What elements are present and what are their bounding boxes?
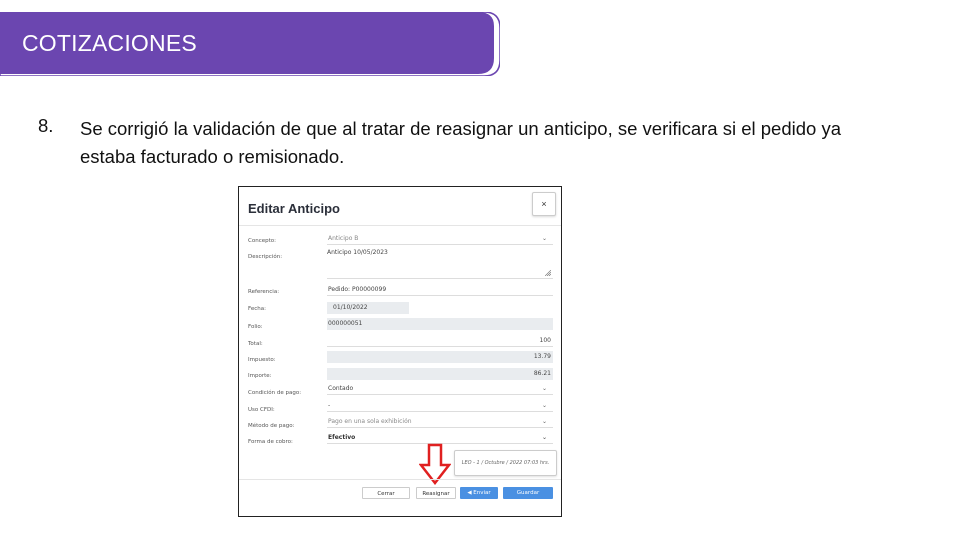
referencia-input[interactable]: Pedido: P00000099 xyxy=(327,284,553,296)
condicion-pago-select[interactable]: Contado ⌄ xyxy=(327,383,553,395)
slide-title: COTIZACIONES xyxy=(22,30,197,56)
uso-cfdi-label: Uso CFDI: xyxy=(248,407,275,413)
divider xyxy=(239,225,561,226)
metodo-pago-select[interactable]: Pago en una sola exhibición ⌄ xyxy=(327,416,553,428)
concepto-label: Concepto: xyxy=(248,238,276,244)
reasignar-button[interactable]: Reasignar xyxy=(416,487,456,499)
chevron-down-icon: ⌄ xyxy=(541,402,547,409)
concepto-value: Anticipo B xyxy=(328,235,359,242)
chevron-down-icon: ⌄ xyxy=(541,385,547,392)
divider xyxy=(239,479,561,480)
resize-handle-icon[interactable] xyxy=(545,270,551,276)
chevron-down-icon: ⌄ xyxy=(541,434,547,441)
total-input[interactable]: 100 xyxy=(327,335,553,347)
forma-cobro-value: Efectivo xyxy=(328,434,356,441)
audit-stamp: LEO - 1 / Octubre / 2022 07:03 hrs. xyxy=(454,450,557,476)
folio-input: 000000051 xyxy=(327,318,553,330)
condicion-pago-label: Condición de pago: xyxy=(248,390,302,396)
importe-input: 86.21 xyxy=(327,368,553,380)
condicion-pago-value: Contado xyxy=(328,385,354,392)
chevron-down-icon: ⌄ xyxy=(541,235,547,242)
chevron-down-icon: ⌄ xyxy=(541,418,547,425)
descripcion-label: Descripción: xyxy=(248,254,283,260)
uso-cfdi-select[interactable]: - ⌄ xyxy=(327,400,553,412)
close-button[interactable]: × xyxy=(532,192,556,216)
importe-label: Importe: xyxy=(248,373,272,379)
fecha-label: Fecha: xyxy=(248,306,266,312)
edit-advance-dialog: Editar Anticipo × Concepto: Anticipo B ⌄… xyxy=(238,186,562,517)
impuesto-label: Impuesto: xyxy=(248,357,276,363)
total-label: Total: xyxy=(248,341,263,347)
impuesto-input: 13.79 xyxy=(327,351,553,363)
descripcion-textarea[interactable]: Anticipo 10/05/2023 xyxy=(327,249,553,279)
enviar-button[interactable]: ◀ Enviar xyxy=(460,487,498,499)
forma-cobro-label: Forma de cobro: xyxy=(248,439,293,445)
uso-cfdi-value: - xyxy=(328,402,331,409)
guardar-button[interactable]: Guardar xyxy=(503,487,553,499)
descripcion-value: Anticipo 10/05/2023 xyxy=(327,249,388,256)
fecha-input[interactable]: 01/10/2022 xyxy=(327,302,409,314)
concepto-select[interactable]: Anticipo B ⌄ xyxy=(327,233,553,245)
referencia-label: Referencia: xyxy=(248,289,280,295)
list-item-number: 8. xyxy=(38,115,54,136)
dialog-title: Editar Anticipo xyxy=(248,201,340,216)
list-item-text: Se corrigió la validación de que al trat… xyxy=(80,118,841,167)
metodo-pago-label: Método de pago: xyxy=(248,423,295,429)
cerrar-button[interactable]: Cerrar xyxy=(362,487,410,499)
folio-label: Folio: xyxy=(248,324,263,330)
metodo-pago-value: Pago en una sola exhibición xyxy=(328,418,412,425)
